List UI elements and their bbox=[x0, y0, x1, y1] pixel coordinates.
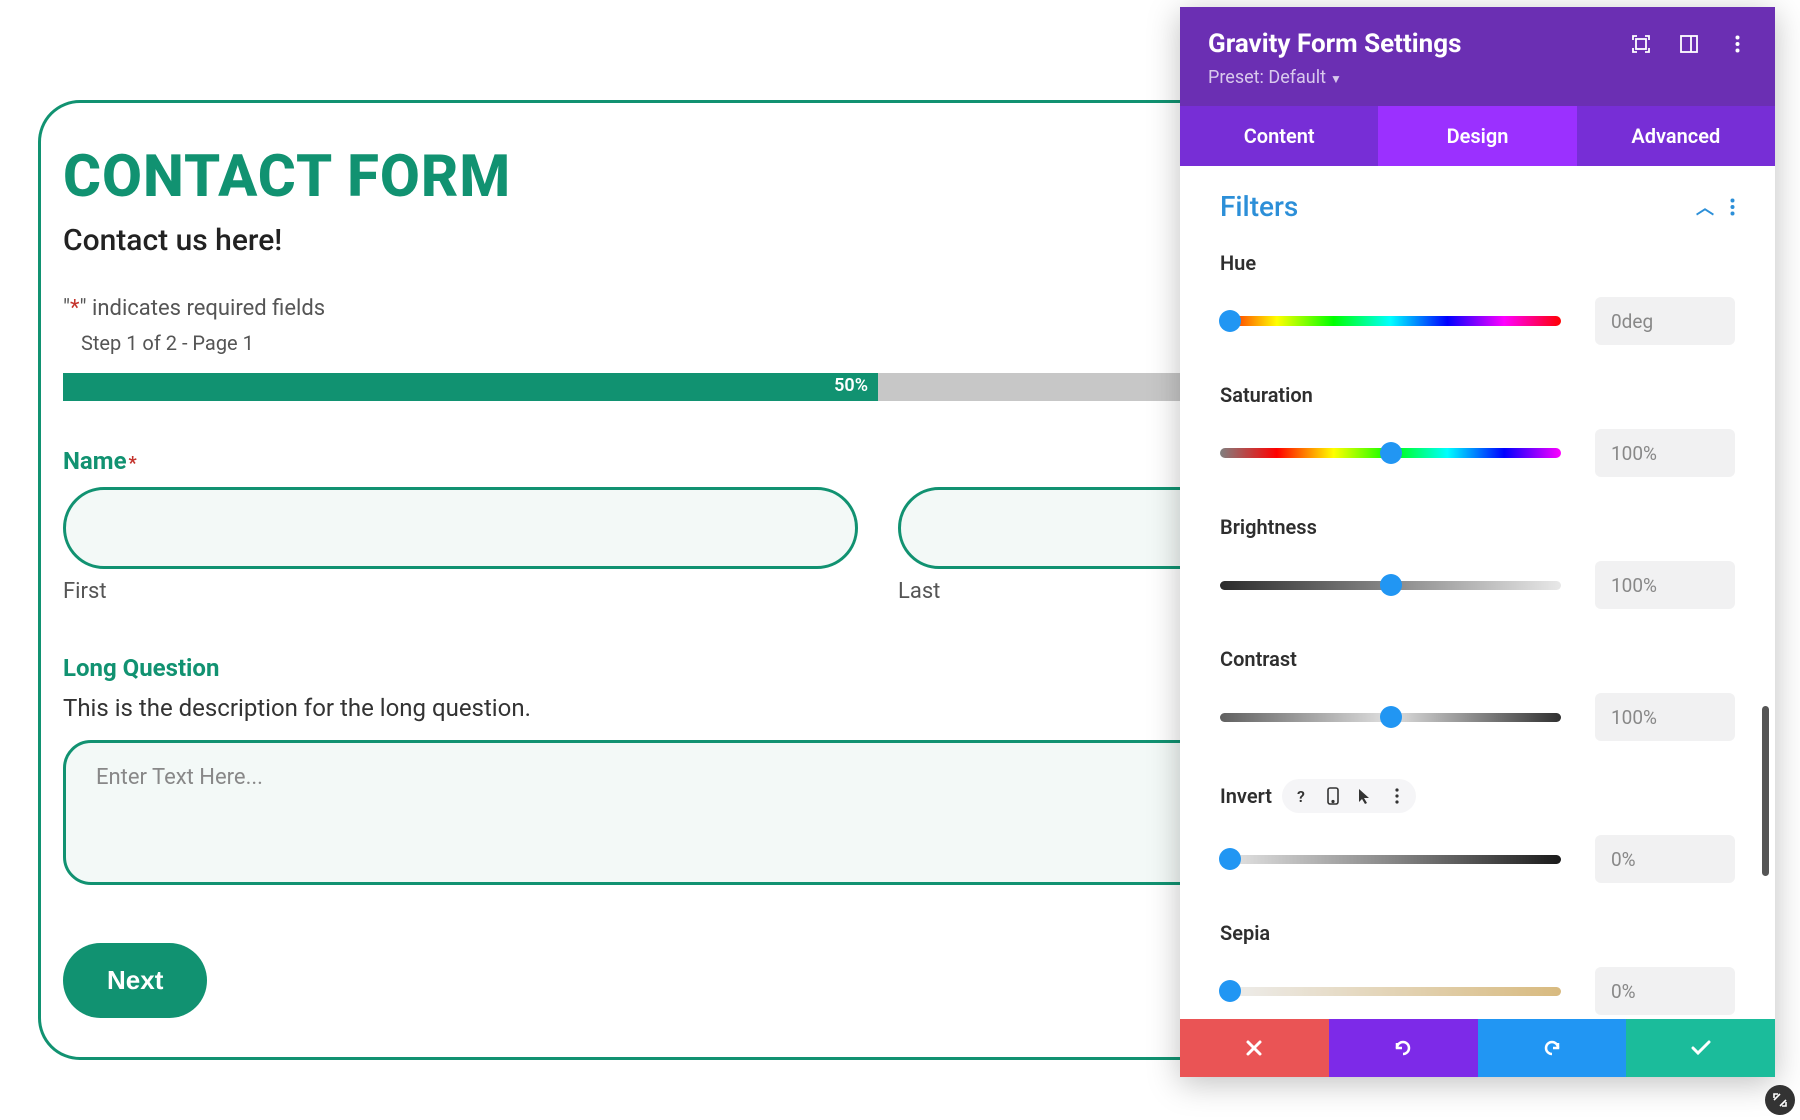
filter-invert: Invert ? 0% bbox=[1220, 779, 1735, 883]
filter-brightness-label: Brightness bbox=[1220, 515, 1735, 539]
tab-advanced[interactable]: Advanced bbox=[1577, 106, 1775, 166]
tabs: Content Design Advanced bbox=[1180, 106, 1775, 166]
footer-bar bbox=[1180, 1019, 1775, 1077]
filter-saturation: Saturation 100% bbox=[1220, 383, 1735, 477]
sepia-slider[interactable] bbox=[1220, 987, 1561, 996]
saturation-slider-thumb[interactable] bbox=[1380, 442, 1402, 464]
more-icon[interactable] bbox=[1727, 34, 1747, 54]
contrast-value[interactable]: 100% bbox=[1595, 693, 1735, 741]
first-name-input[interactable] bbox=[63, 487, 858, 569]
required-asterisk-icon: * bbox=[129, 453, 137, 474]
preset-dropdown[interactable]: Preset: Default▼ bbox=[1208, 67, 1747, 88]
brightness-slider[interactable] bbox=[1220, 581, 1561, 590]
expand-icon[interactable] bbox=[1631, 34, 1651, 54]
chevron-up-icon[interactable]: ︿ bbox=[1696, 194, 1714, 220]
section-more-icon[interactable] bbox=[1730, 198, 1735, 216]
next-button[interactable]: Next bbox=[63, 943, 207, 1018]
undo-button[interactable] bbox=[1329, 1019, 1478, 1077]
tab-design[interactable]: Design bbox=[1378, 106, 1576, 166]
filter-hue: Hue 0deg bbox=[1220, 251, 1735, 345]
invert-options: ? bbox=[1282, 779, 1416, 813]
invert-slider-thumb[interactable] bbox=[1219, 848, 1241, 870]
sepia-value[interactable]: 0% bbox=[1595, 967, 1735, 1015]
filter-invert-label: Invert bbox=[1220, 784, 1272, 808]
progress-text: 50% bbox=[834, 375, 868, 396]
hue-slider[interactable] bbox=[1220, 316, 1561, 326]
settings-panel: Gravity Form Settings Preset: Default▼ C… bbox=[1180, 7, 1775, 1077]
filter-brightness: Brightness 100% bbox=[1220, 515, 1735, 609]
invert-more-icon[interactable] bbox=[1384, 783, 1410, 809]
caret-down-icon: ▼ bbox=[1330, 72, 1342, 86]
panel-header: Gravity Form Settings Preset: Default▼ bbox=[1180, 7, 1775, 106]
invert-value[interactable]: 0% bbox=[1595, 835, 1735, 883]
filter-sepia: Sepia 0% bbox=[1220, 921, 1735, 1015]
saturation-slider[interactable] bbox=[1220, 448, 1561, 458]
progress-fill: 50% bbox=[63, 373, 878, 401]
section-filters-title: Filters bbox=[1220, 190, 1298, 223]
first-sublabel: First bbox=[63, 579, 858, 604]
confirm-button[interactable] bbox=[1626, 1019, 1775, 1077]
filter-sepia-label: Sepia bbox=[1220, 921, 1735, 945]
asterisk-icon: * bbox=[70, 296, 79, 321]
hue-slider-thumb[interactable] bbox=[1219, 310, 1241, 332]
mobile-icon[interactable] bbox=[1320, 783, 1346, 809]
filter-contrast-label: Contrast bbox=[1220, 647, 1735, 671]
tab-content[interactable]: Content bbox=[1180, 106, 1378, 166]
panel-title: Gravity Form Settings bbox=[1208, 29, 1461, 59]
cursor-icon[interactable] bbox=[1352, 783, 1378, 809]
resize-handle-icon[interactable] bbox=[1765, 1085, 1795, 1115]
scrollbar-thumb[interactable] bbox=[1762, 706, 1769, 876]
hue-value[interactable]: 0deg bbox=[1595, 297, 1735, 345]
saturation-value[interactable]: 100% bbox=[1595, 429, 1735, 477]
help-icon[interactable]: ? bbox=[1288, 783, 1314, 809]
sepia-slider-thumb[interactable] bbox=[1219, 980, 1241, 1002]
layout-icon[interactable] bbox=[1679, 34, 1699, 54]
invert-slider[interactable] bbox=[1220, 855, 1561, 864]
redo-button[interactable] bbox=[1478, 1019, 1627, 1077]
close-button[interactable] bbox=[1180, 1019, 1329, 1077]
filter-contrast: Contrast 100% bbox=[1220, 647, 1735, 741]
filter-saturation-label: Saturation bbox=[1220, 383, 1735, 407]
brightness-slider-thumb[interactable] bbox=[1380, 574, 1402, 596]
brightness-value[interactable]: 100% bbox=[1595, 561, 1735, 609]
filter-hue-label: Hue bbox=[1220, 251, 1735, 275]
panel-body: Filters ︿ Hue 0deg Saturation bbox=[1180, 166, 1775, 1019]
contrast-slider-thumb[interactable] bbox=[1380, 706, 1402, 728]
contrast-slider[interactable] bbox=[1220, 713, 1561, 722]
